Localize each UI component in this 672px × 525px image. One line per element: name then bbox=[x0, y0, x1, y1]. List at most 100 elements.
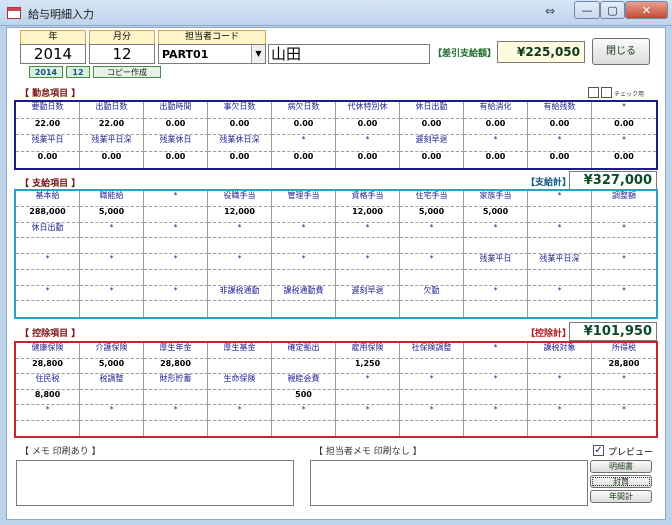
attendance-value-cell[interactable]: 0.00 bbox=[80, 151, 144, 168]
deduction-value-cell[interactable] bbox=[144, 420, 208, 436]
payment-value-cell[interactable] bbox=[144, 206, 208, 223]
payment-value-cell[interactable] bbox=[528, 206, 592, 223]
payment-value-cell[interactable] bbox=[592, 207, 656, 223]
deduction-value-cell[interactable] bbox=[400, 420, 464, 436]
month-input[interactable]: 12 bbox=[89, 44, 155, 64]
payment-value-cell[interactable] bbox=[336, 269, 400, 286]
deduction-value-cell[interactable] bbox=[208, 420, 272, 436]
payment-value-cell[interactable] bbox=[400, 269, 464, 286]
deduction-value-cell[interactable] bbox=[208, 358, 272, 374]
payment-value-cell[interactable]: 12,000 bbox=[208, 206, 272, 223]
envelope-button[interactable]: 封筒 bbox=[590, 475, 652, 488]
payment-value-cell[interactable] bbox=[464, 269, 528, 286]
attendance-value-cell[interactable]: 22.00 bbox=[80, 118, 144, 135]
payment-value-cell[interactable] bbox=[208, 238, 272, 254]
attendance-value-cell[interactable]: 0.00 bbox=[464, 118, 528, 135]
payment-value-cell[interactable]: 12,000 bbox=[336, 206, 400, 223]
staff-name-field[interactable]: 山田 bbox=[268, 44, 430, 64]
statement-button[interactable]: 明細書 bbox=[590, 460, 652, 473]
attendance-value-cell[interactable]: 0.00 bbox=[208, 151, 272, 168]
payment-value-cell[interactable] bbox=[272, 238, 336, 254]
deduction-value-cell[interactable] bbox=[528, 389, 592, 405]
deduction-value-cell[interactable] bbox=[208, 389, 272, 405]
deduction-value-cell[interactable]: 28,800 bbox=[144, 358, 208, 374]
payment-value-cell[interactable] bbox=[144, 301, 208, 317]
payment-value-cell[interactable]: 288,000 bbox=[16, 206, 80, 223]
attendance-value-cell[interactable]: 0.00 bbox=[336, 151, 400, 168]
attendance-value-cell[interactable]: 0.00 bbox=[144, 151, 208, 168]
attendance-value-cell[interactable]: 0.00 bbox=[592, 119, 656, 135]
deduction-value-cell[interactable]: 28,800 bbox=[16, 358, 80, 374]
payment-value-cell[interactable] bbox=[464, 301, 528, 317]
payment-value-cell[interactable] bbox=[592, 270, 656, 286]
payment-value-cell[interactable]: 5,000 bbox=[80, 206, 144, 223]
deduction-value-cell[interactable] bbox=[16, 420, 80, 436]
close-window-button[interactable]: ✕ bbox=[625, 1, 668, 19]
deduction-value-cell[interactable]: 28,800 bbox=[592, 359, 656, 374]
deduction-value-cell[interactable] bbox=[80, 420, 144, 436]
attendance-value-cell[interactable]: 0.00 bbox=[400, 151, 464, 168]
maximize-button[interactable]: ▢ bbox=[600, 1, 625, 19]
preview-checkbox[interactable]: ✓ bbox=[593, 445, 604, 456]
attendance-value-cell[interactable]: 0.00 bbox=[208, 118, 272, 135]
year-input[interactable]: 2014 bbox=[20, 44, 86, 64]
deduction-value-cell[interactable] bbox=[144, 389, 208, 405]
attendance-value-cell[interactable]: 0.00 bbox=[272, 118, 336, 135]
deduction-value-cell[interactable] bbox=[592, 390, 656, 405]
deduction-value-cell[interactable]: 5,000 bbox=[80, 358, 144, 374]
payment-value-cell[interactable] bbox=[80, 301, 144, 317]
deduction-value-cell[interactable] bbox=[464, 389, 528, 405]
payment-value-cell[interactable] bbox=[464, 238, 528, 254]
payment-value-cell[interactable] bbox=[16, 269, 80, 286]
deduction-value-cell[interactable] bbox=[272, 358, 336, 374]
attendance-value-cell[interactable]: 0.00 bbox=[528, 151, 592, 168]
close-form-button[interactable]: 閉じる bbox=[592, 38, 650, 65]
staff-code-combobox[interactable]: PART01 ▼ bbox=[158, 44, 266, 64]
deduction-value-cell[interactable] bbox=[272, 420, 336, 436]
attendance-value-cell[interactable]: 22.00 bbox=[16, 118, 80, 135]
deduction-value-cell[interactable] bbox=[400, 389, 464, 405]
payment-value-cell[interactable] bbox=[336, 238, 400, 254]
payment-value-cell[interactable] bbox=[208, 301, 272, 317]
payment-value-cell[interactable] bbox=[272, 301, 336, 317]
payment-value-cell[interactable] bbox=[592, 301, 656, 317]
check-box-b[interactable] bbox=[601, 87, 612, 98]
staff-memo-textarea[interactable] bbox=[310, 460, 588, 506]
payment-value-cell[interactable] bbox=[592, 238, 656, 254]
payment-value-cell[interactable] bbox=[208, 269, 272, 286]
deduction-value-cell[interactable]: 1,250 bbox=[336, 358, 400, 374]
payment-value-cell[interactable]: 5,000 bbox=[400, 206, 464, 223]
deduction-value-cell[interactable] bbox=[528, 358, 592, 374]
payment-value-cell[interactable] bbox=[528, 269, 592, 286]
deduction-value-cell[interactable]: 500 bbox=[272, 389, 336, 405]
attendance-value-cell[interactable]: 0.00 bbox=[464, 151, 528, 168]
payment-value-cell[interactable] bbox=[336, 301, 400, 317]
payment-value-cell[interactable] bbox=[400, 238, 464, 254]
payment-value-cell[interactable] bbox=[272, 206, 336, 223]
payment-value-cell[interactable] bbox=[272, 269, 336, 286]
navigation-pane-icon[interactable]: ⇔ bbox=[545, 4, 555, 18]
payment-value-cell[interactable] bbox=[16, 301, 80, 317]
chevron-down-icon[interactable]: ▼ bbox=[251, 45, 265, 63]
attendance-value-cell[interactable]: 0.00 bbox=[336, 118, 400, 135]
minimize-button[interactable]: — bbox=[574, 1, 600, 19]
payment-value-cell[interactable] bbox=[16, 238, 80, 254]
payment-value-cell[interactable] bbox=[80, 238, 144, 254]
payment-value-cell[interactable]: 5,000 bbox=[464, 206, 528, 223]
deduction-value-cell[interactable]: 8,800 bbox=[16, 389, 80, 405]
deduction-value-cell[interactable] bbox=[400, 358, 464, 374]
attendance-value-cell[interactable]: 0.00 bbox=[528, 118, 592, 135]
attendance-value-cell[interactable]: 0.00 bbox=[144, 118, 208, 135]
deduction-value-cell[interactable] bbox=[592, 421, 656, 437]
payment-value-cell[interactable] bbox=[528, 238, 592, 254]
payment-value-cell[interactable] bbox=[528, 301, 592, 317]
deduction-value-cell[interactable] bbox=[336, 420, 400, 436]
payment-value-cell[interactable] bbox=[80, 269, 144, 286]
copy-create-button[interactable]: コピー作成 bbox=[93, 66, 161, 78]
attendance-value-cell[interactable]: 0.00 bbox=[592, 152, 656, 169]
attendance-value-cell[interactable]: 0.00 bbox=[400, 118, 464, 135]
payment-value-cell[interactable] bbox=[400, 301, 464, 317]
memo-print-textarea[interactable] bbox=[16, 460, 294, 506]
attendance-value-cell[interactable]: 0.00 bbox=[16, 151, 80, 168]
payment-value-cell[interactable] bbox=[144, 238, 208, 254]
